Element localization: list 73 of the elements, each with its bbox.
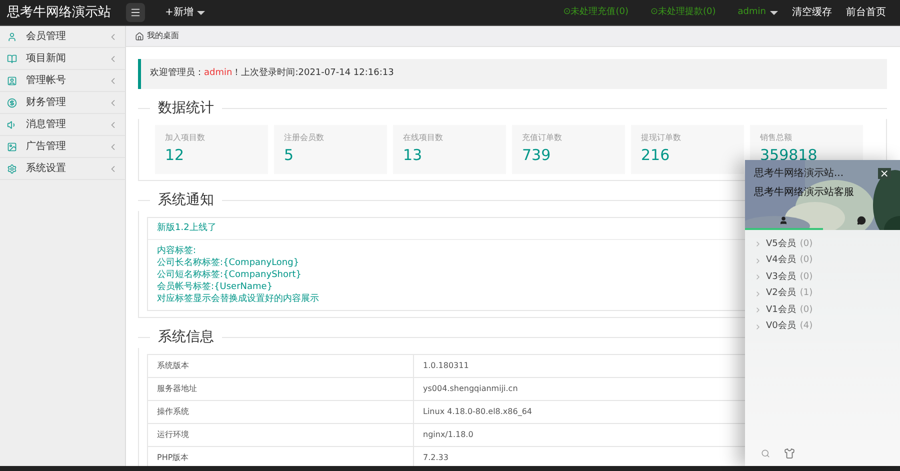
notice-line: 对应标签显示会替换成设置好的内容展示 bbox=[157, 293, 319, 305]
stat-label: 充值订单数 bbox=[522, 132, 563, 144]
stat-label: 提现订单数 bbox=[641, 132, 682, 144]
pending-link[interactable]: ⊙未处理提款(0) bbox=[650, 6, 716, 20]
table-cell: 服务器地址 bbox=[148, 378, 414, 400]
stat-value: 12 bbox=[165, 145, 186, 166]
home-icon bbox=[135, 32, 144, 40]
sidebar-item[interactable]: 项目新闻 bbox=[0, 48, 125, 70]
stat-value: 359818 bbox=[760, 145, 818, 166]
sidebar-item[interactable]: 管理帐号 bbox=[0, 70, 125, 92]
notice-line: 公司短名称标签:{CompanyShort} bbox=[157, 269, 302, 281]
image-icon bbox=[7, 142, 17, 152]
stat-value: 739 bbox=[522, 145, 552, 166]
sidebar-item[interactable]: 消息管理 bbox=[0, 114, 125, 136]
stat-value: 216 bbox=[641, 145, 671, 166]
book-icon bbox=[7, 54, 17, 64]
group-count: (0) bbox=[800, 270, 813, 284]
stat-label: 销售总额 bbox=[760, 132, 793, 144]
table-cell: 系统版本 bbox=[148, 354, 414, 378]
group-count: (0) bbox=[800, 304, 813, 316]
chat-title: 思考牛网络演示站... bbox=[754, 166, 845, 181]
user-dropdown[interactable]: admin bbox=[738, 6, 778, 20]
stat-label: 注册会员数 bbox=[284, 132, 325, 144]
stat-label: 在线项目数 bbox=[403, 132, 444, 144]
section-title: 数据统计 bbox=[158, 98, 214, 118]
sidebar-item[interactable]: 会员管理 bbox=[0, 26, 125, 48]
speaker-icon bbox=[7, 120, 17, 130]
search-icon bbox=[761, 448, 770, 458]
admin-name: admin bbox=[204, 67, 232, 80]
coin-icon bbox=[7, 98, 17, 108]
person-icon bbox=[779, 216, 788, 224]
contact-group[interactable]: V5会员 (0) bbox=[754, 236, 891, 252]
person-icon bbox=[7, 32, 17, 42]
site-logo[interactable]: 思考牛网络演示站 bbox=[0, 2, 126, 22]
sidebar-item[interactable]: 系统设置 bbox=[0, 158, 125, 180]
chat-icon bbox=[856, 216, 866, 224]
section-title: 系统通知 bbox=[158, 190, 214, 210]
table-cell: 运行环境 bbox=[148, 424, 414, 446]
menu-button[interactable] bbox=[126, 3, 145, 22]
id-card-icon bbox=[7, 76, 17, 86]
close-button[interactable]: × bbox=[878, 168, 891, 179]
gear-icon bbox=[7, 164, 17, 174]
stat-value: 5 bbox=[284, 145, 295, 166]
contact-group[interactable]: V0会员 (4) bbox=[754, 318, 891, 335]
sidebar-item[interactable]: 广告管理 bbox=[0, 136, 125, 158]
caret-icon bbox=[197, 10, 206, 14]
notice-line: 内容标签: bbox=[157, 245, 196, 257]
notice-headline[interactable]: 新版1.2上线了 bbox=[157, 222, 216, 236]
breadcrumb-link[interactable]: 我的桌面 bbox=[147, 30, 179, 42]
group-count: (1) bbox=[800, 287, 813, 300]
notice-line: 公司长名称标签:{CompanyLong} bbox=[157, 257, 300, 269]
caret-icon bbox=[770, 10, 778, 14]
shirt-icon bbox=[784, 448, 795, 458]
section-title: 系统信息 bbox=[158, 328, 214, 346]
group-count: (0) bbox=[800, 238, 813, 250]
stat-label: 加入项目数 bbox=[165, 132, 206, 144]
contact-group[interactable]: V1会员 (0) bbox=[754, 302, 891, 318]
stat-value: 13 bbox=[403, 145, 424, 166]
chat-subtitle: 思考牛网络演示站客服 bbox=[753, 186, 855, 200]
add-dropdown[interactable]: +新增 bbox=[165, 5, 206, 20]
contact-group[interactable]: V2会员 (1) bbox=[754, 286, 891, 302]
group-count: (4) bbox=[800, 320, 813, 333]
header-link[interactable]: 清空缓存 bbox=[792, 5, 832, 20]
header-link[interactable]: 前台首页 bbox=[846, 5, 886, 20]
table-cell: 操作系统 bbox=[148, 400, 414, 424]
menu-icon bbox=[130, 7, 141, 18]
welcome-banner: 欢迎管理员：admin！上次登录时间:2021-07-14 12:16:13 bbox=[138, 59, 887, 89]
pending-link[interactable]: ⊙未处理充值(0) bbox=[563, 6, 628, 20]
contact-group[interactable]: V3会员 (0) bbox=[754, 269, 891, 286]
notice-line: 会员帐号标签:{UserName} bbox=[157, 281, 273, 293]
group-count: (0) bbox=[800, 254, 813, 267]
contact-group[interactable]: V4会员 (0) bbox=[754, 252, 891, 269]
sidebar-item[interactable]: 财务管理 bbox=[0, 92, 125, 114]
